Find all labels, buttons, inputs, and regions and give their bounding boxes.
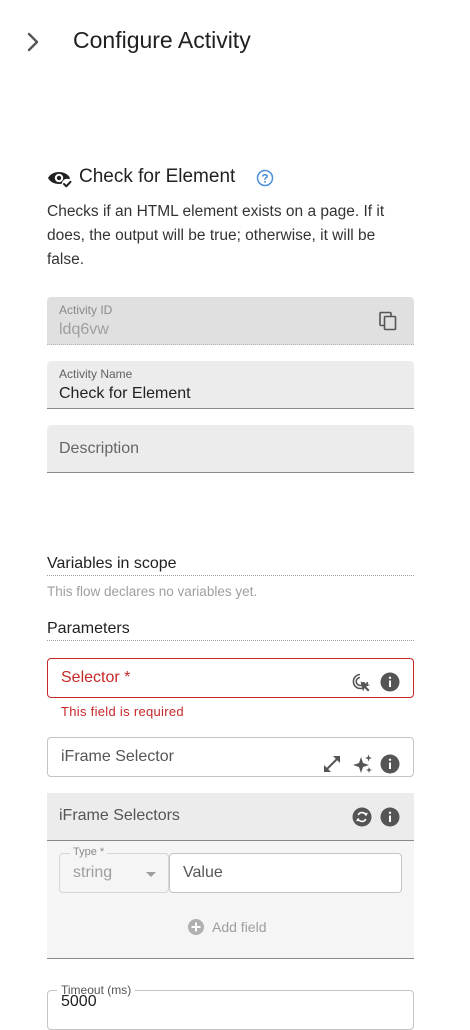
refresh-icon[interactable] — [352, 807, 372, 827]
variables-empty-text: This flow declares no variables yet. — [47, 584, 258, 599]
type-select[interactable]: Type * string — [59, 846, 169, 893]
chevron-right-icon[interactable] — [22, 30, 44, 54]
add-field-label: Add field — [212, 919, 267, 935]
description-field[interactable]: Description — [47, 425, 414, 473]
type-value: string — [73, 864, 113, 881]
iframe-selectors-header: iFrame Selectors — [47, 793, 414, 841]
sparkle-icon[interactable] — [353, 754, 373, 774]
timeout-input[interactable]: Timeout (ms) 5000 — [47, 983, 414, 1030]
eye-check-icon — [48, 172, 73, 190]
activity-id-field: Activity ID ldq6vw — [47, 297, 414, 345]
add-field-button[interactable]: Add field — [188, 917, 266, 937]
copy-icon[interactable] — [378, 311, 398, 331]
value-input[interactable]: Value — [169, 853, 402, 893]
selector-error-text: This field is required — [61, 704, 184, 719]
description-placeholder: Description — [59, 440, 140, 457]
caret-down-icon — [146, 872, 156, 877]
timeout-value[interactable]: 5000 — [61, 993, 97, 1011]
activity-id-value: ldq6vw — [59, 321, 109, 338]
activity-name-field[interactable]: Activity Name Check for Element — [47, 361, 414, 409]
activity-description: Checks if an HTML element exists on a pa… — [47, 203, 385, 268]
page-title: Configure Activity — [73, 27, 251, 53]
value-placeholder: Value — [183, 864, 223, 881]
selector-label: Selector * — [61, 669, 131, 686]
expand-icon[interactable] — [322, 754, 342, 774]
add-circle-icon — [188, 919, 204, 935]
iframe-selectors-group: iFrame Selectors Type * string Value Add… — [47, 793, 414, 959]
type-label: Type * — [70, 846, 108, 858]
iframe-selectors-title: iFrame Selectors — [59, 807, 180, 824]
divider — [47, 575, 414, 576]
iframe-selector-input[interactable]: iFrame Selector — [47, 737, 414, 777]
activity-name-value[interactable]: Check for Element — [59, 385, 191, 403]
info-icon[interactable] — [380, 754, 400, 774]
help-circle-icon[interactable] — [256, 169, 274, 187]
activity-id-label: Activity ID — [59, 303, 113, 317]
activity-name-label: Activity Name — [59, 367, 133, 381]
info-icon[interactable] — [380, 807, 400, 827]
divider — [47, 640, 414, 641]
pick-element-icon[interactable] — [351, 672, 371, 692]
variables-heading: Variables in scope — [47, 555, 177, 572]
activity-title: Check for Element — [79, 166, 236, 187]
selector-input[interactable]: Selector * — [47, 658, 414, 698]
info-icon[interactable] — [380, 672, 400, 692]
iframe-selector-label: iFrame Selector — [61, 748, 174, 765]
parameters-heading: Parameters — [47, 620, 130, 637]
